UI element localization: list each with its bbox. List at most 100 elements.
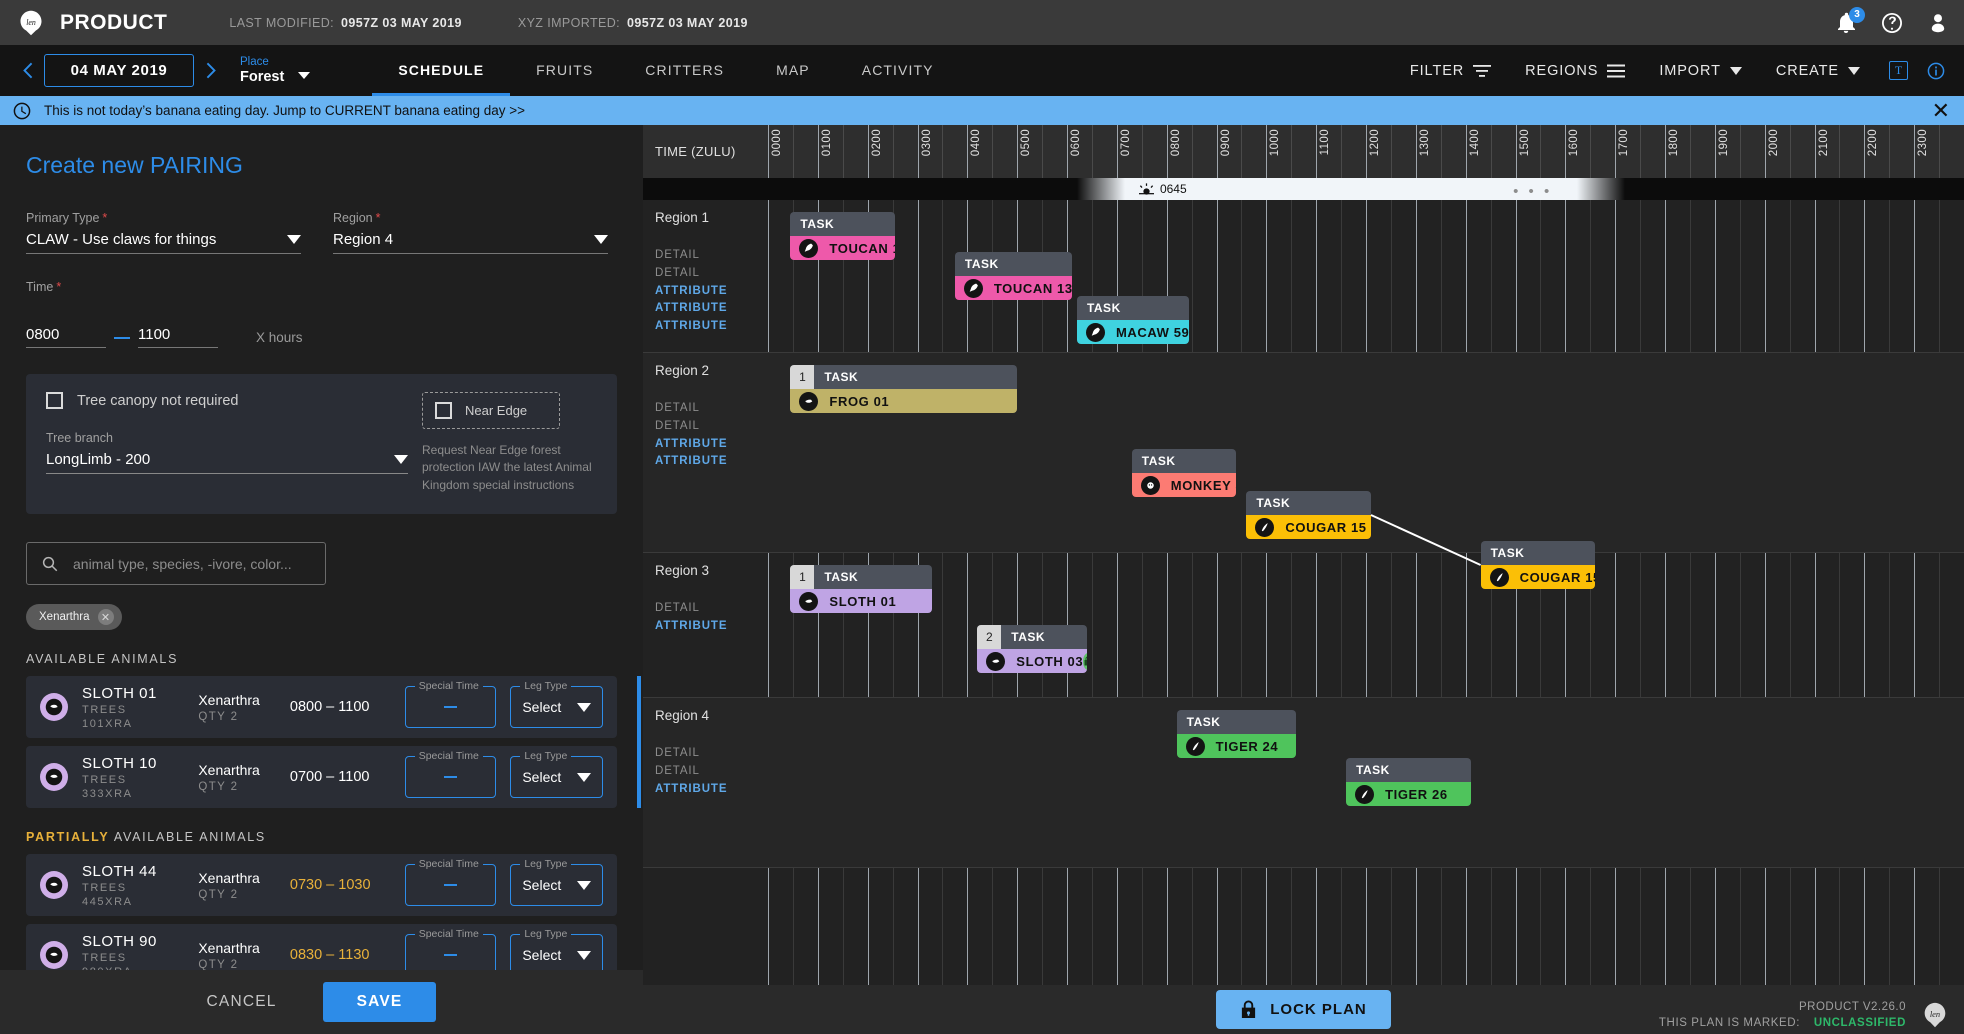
task-bar[interactable]: 1 TASK FROG 01 xyxy=(790,365,1018,413)
info-icon[interactable] xyxy=(1926,61,1946,81)
tab-schedule[interactable]: SCHEDULE xyxy=(372,45,511,96)
user-avatar-icon[interactable] xyxy=(1926,11,1950,35)
feather-icon xyxy=(963,278,983,298)
place-selector[interactable]: Place Forest xyxy=(240,56,311,85)
half-hour-tick xyxy=(1241,125,1243,178)
leg-type-legend: Leg Type xyxy=(520,928,572,941)
current-date-button[interactable]: 04 MAY 2019 xyxy=(44,54,194,87)
leg-type-legend: Leg Type xyxy=(520,680,572,693)
task-bar[interactable]: TASK TOUCAN 11 xyxy=(790,212,896,260)
task-body[interactable]: MACAW 59 xyxy=(1076,320,1190,344)
tab-critters[interactable]: CRITTERS xyxy=(619,45,750,96)
animal-species-block: Xenarthra QTY 2 xyxy=(198,870,290,901)
filter-chip[interactable]: Xenarthra ✕ xyxy=(26,604,122,631)
lock-plan-button[interactable]: LOCK PLAN xyxy=(1216,990,1391,1029)
cancel-button[interactable]: CANCEL xyxy=(207,993,277,1011)
primary-type-select[interactable]: CLAW - Use claws for things xyxy=(26,231,301,254)
time-range-row: 0800 1100 X hours xyxy=(26,326,643,348)
create-button[interactable]: CREATE xyxy=(1759,63,1877,79)
animal-species: Xenarthra xyxy=(198,761,260,778)
close-icon[interactable]: ✕ xyxy=(97,609,114,626)
feather-icon xyxy=(799,238,819,258)
time-end-input[interactable]: 1100 xyxy=(138,326,218,348)
task-body[interactable]: TIGER 24 xyxy=(1176,734,1297,758)
help-icon[interactable] xyxy=(1880,11,1904,35)
task-bar[interactable]: 2 TASK SLOTH 03 xyxy=(977,625,1087,673)
leg-type-select[interactable]: Leg Type Select xyxy=(510,858,603,907)
leg-type-select[interactable]: Leg Type Select xyxy=(510,750,603,799)
task-body[interactable]: SLOTH 03 xyxy=(977,649,1087,673)
region-attribute: ATTRIBUTE xyxy=(655,320,728,333)
tab-activity[interactable]: ACTIVITY xyxy=(836,45,960,96)
hour-label: 2200 xyxy=(1867,129,1880,157)
special-time-input[interactable]: Special Time xyxy=(404,680,497,729)
half-hour-tick xyxy=(1490,125,1492,178)
task-bar[interactable]: TASK TOUCAN 13 xyxy=(954,252,1072,300)
close-icon[interactable]: ✕ xyxy=(1932,99,1950,122)
task-bar[interactable]: TASK TIGER 26 xyxy=(1346,758,1471,806)
save-button[interactable]: SAVE xyxy=(322,982,437,1022)
panel-title: Create new PAIRING xyxy=(26,152,243,178)
panel-scrollbar[interactable] xyxy=(637,676,641,809)
animal-code: 333XRA xyxy=(82,787,133,800)
tree-branch-select[interactable]: LongLimb - 200 xyxy=(46,451,408,474)
tab-fruits[interactable]: FRUITS xyxy=(510,45,619,96)
next-day-button[interactable] xyxy=(194,56,224,86)
notifications-bell-icon[interactable]: 3 xyxy=(1834,6,1865,35)
animal-code: 101XRA xyxy=(82,717,133,730)
near-edge-checkbox[interactable] xyxy=(435,402,452,419)
daylight-fade-right xyxy=(1577,178,1626,200)
tab-map[interactable]: MAP xyxy=(750,45,836,96)
special-time-legend: Special Time xyxy=(414,750,483,763)
previous-day-button[interactable] xyxy=(14,56,44,86)
task-body[interactable]: TOUCAN 13 xyxy=(954,276,1072,300)
near-edge-checkbox-row[interactable]: Near Edge xyxy=(422,392,560,429)
leg-type-value: Select xyxy=(522,699,562,716)
import-button[interactable]: IMPORT xyxy=(1642,63,1759,79)
task-label: TASK xyxy=(1356,763,1390,777)
region-name: Region 4 xyxy=(655,708,710,723)
task-body[interactable]: COUGAR 15 xyxy=(1480,565,1596,589)
task-body[interactable]: COUGAR 15 xyxy=(1246,515,1371,539)
list-item[interactable]: SLOTH 44 TREES 445XRA Xenarthra QTY 2 07… xyxy=(26,854,617,917)
filter-button[interactable]: FILTER xyxy=(1393,63,1508,79)
task-bar[interactable]: 1 TASK SLOTH 01 xyxy=(790,565,933,613)
task-body[interactable]: TIGER 26 xyxy=(1346,782,1471,806)
task-name: TOUCAN 11 xyxy=(829,240,895,256)
regions-button[interactable]: REGIONS xyxy=(1508,63,1642,79)
special-time-input[interactable]: Special Time xyxy=(404,858,497,907)
region-select[interactable]: Region 4 xyxy=(333,231,608,254)
text-toggle-button[interactable]: T xyxy=(1889,61,1908,80)
task-bar[interactable]: TASK COUGAR 15 xyxy=(1246,491,1371,539)
alert-message[interactable]: This is not today’s banana eating day. J… xyxy=(44,103,525,118)
sunrise-time: 0645 xyxy=(1159,182,1187,196)
task-bar[interactable]: TASK MACAW 59 xyxy=(1076,296,1190,344)
nav-tabs: SCHEDULE FRUITS CRITTERS MAP ACTIVITY xyxy=(372,45,959,96)
xyz-imported-label: XYZ IMPORTED: xyxy=(517,15,621,30)
task-body[interactable]: FROG 01 xyxy=(790,389,1018,413)
chevron-down-icon xyxy=(287,235,301,244)
region-details: DETAIL DETAIL ATTRIBUTE ATTRIBUTE ATTRIBUTE xyxy=(655,247,768,336)
hamburger-icon xyxy=(1607,64,1626,77)
time-start-input[interactable]: 0800 xyxy=(26,326,106,348)
list-item[interactable]: SLOTH 10 TREES 333XRA Xenarthra QTY 2 07… xyxy=(26,746,617,809)
animal-qty: QTY 2 xyxy=(198,958,239,971)
leg-type-select[interactable]: Leg Type Select xyxy=(510,680,603,729)
region-label: Region 2 DETAIL DETAIL ATTRIBUTE ATTRIBUTE xyxy=(643,353,768,552)
hour-label: 1300 xyxy=(1418,129,1431,157)
task-bar[interactable]: TASK MONKEY 57 xyxy=(1131,449,1237,497)
task-body[interactable]: SLOTH 01 xyxy=(790,589,933,613)
xyz-imported-group: XYZ IMPORTED: 0957Z 03 MAY 2019 xyxy=(518,16,748,30)
task-bar[interactable]: TASK TIGER 24 xyxy=(1176,710,1297,758)
list-item[interactable]: SLOTH 01 TREES 101XRA Xenarthra QTY 2 08… xyxy=(26,676,617,739)
tree-canopy-checkbox[interactable] xyxy=(46,392,63,409)
task-label: TASK xyxy=(824,570,859,584)
time-range-dash xyxy=(114,337,130,339)
tree-canopy-checkbox-row[interactable]: Tree canopy not required xyxy=(46,392,408,409)
special-time-input[interactable]: Special Time xyxy=(404,750,497,799)
region-details: DETAIL DETAIL ATTRIBUTE ATTRIBUTE xyxy=(655,400,768,471)
animal-search-input[interactable]: animal type, species, -ivore, color... xyxy=(26,542,326,586)
task-body[interactable]: MONKEY 57 xyxy=(1131,473,1237,497)
task-bar[interactable]: TASK COUGAR 15 xyxy=(1480,541,1596,589)
task-body[interactable]: TOUCAN 11 xyxy=(790,236,896,260)
